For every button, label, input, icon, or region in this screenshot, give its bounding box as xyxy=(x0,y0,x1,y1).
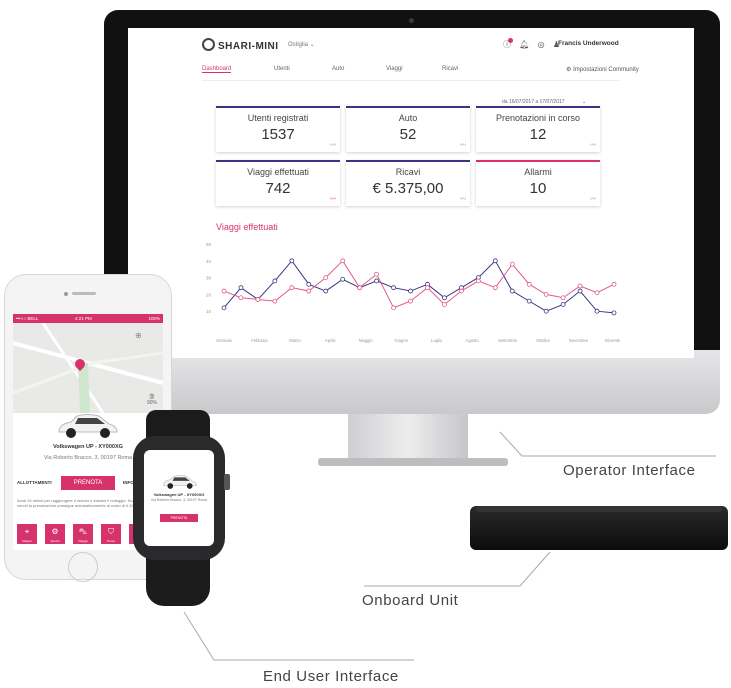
watch-car-name: Volkswagen UP - XY000XG xyxy=(153,492,205,497)
watch-app: Volkswagen UP - XY000XG Via Roberto Brac… xyxy=(144,450,214,546)
label-onboard-unit: Onboard Unit xyxy=(362,592,459,609)
car-image xyxy=(58,414,118,438)
tile-services[interactable]: ⚙ Servizi xyxy=(45,524,65,544)
tile-map[interactable]: ⌖ Mappa xyxy=(17,524,37,544)
tab-allotments[interactable]: ALLOTTAMENTI xyxy=(17,480,52,485)
watch-car-address: Via Roberto Bracco, 3, 00197 Roma xyxy=(150,498,208,502)
label-operator-interface: Operator Interface xyxy=(563,462,696,479)
car-icon: ⛍ xyxy=(78,527,88,536)
locate-icon[interactable]: ⊕ xyxy=(135,331,142,340)
phone-speaker xyxy=(72,292,96,295)
shield-icon: ⛉ xyxy=(108,527,114,536)
home-button[interactable] xyxy=(68,552,98,582)
watch-car-image xyxy=(163,475,197,489)
watch-book-button[interactable]: PRENOTA xyxy=(160,514,198,522)
book-button[interactable]: PRENOTA xyxy=(61,476,115,490)
phone-camera xyxy=(64,292,68,296)
operator-leader-line xyxy=(499,431,716,457)
tile-trip[interactable]: ⛍ Viaggio xyxy=(73,524,93,544)
tile-rewards[interactable]: ⛉ Premi xyxy=(101,524,121,544)
status-bar: •••○○ BELL 4:21 PM 100% xyxy=(13,314,163,323)
watch-crown[interactable] xyxy=(224,474,230,490)
map-pin-icon: ⌖ xyxy=(24,527,30,536)
enduser-leader-line xyxy=(183,611,414,661)
watch-strap-bottom xyxy=(146,556,210,606)
gear-icon: ⚙ xyxy=(51,527,59,536)
fuel-level: ⛽︎ 90% xyxy=(147,394,158,406)
label-end-user-interface: End User Interface xyxy=(263,668,399,685)
onboard-leader-line xyxy=(364,551,551,587)
map-view[interactable]: ⊕ xyxy=(13,323,163,413)
